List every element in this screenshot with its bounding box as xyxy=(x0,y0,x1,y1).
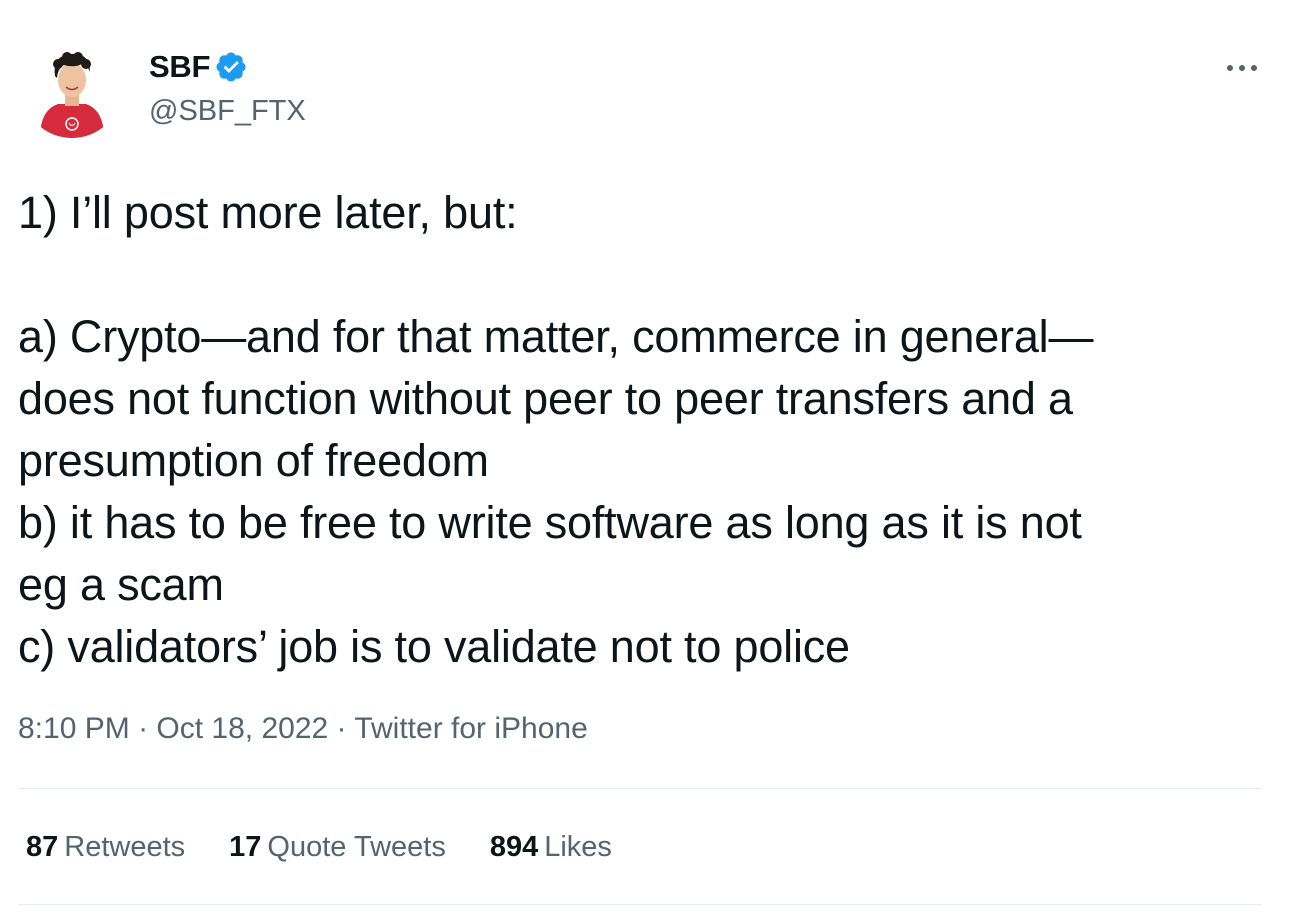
more-options-icon[interactable] xyxy=(1222,58,1262,78)
tweet-line: a) Crypto—and for that matter, commerce … xyxy=(18,311,1094,362)
quote-tweets-count: 17 xyxy=(229,831,262,863)
retweets-count: 87 xyxy=(26,831,59,863)
tweet-line: 1) I’ll post more later, but: xyxy=(18,187,518,238)
display-name[interactable]: SBF xyxy=(149,49,248,85)
profile-avatar[interactable] xyxy=(22,38,122,138)
tweet-text: 1) I’ll post more later, but: a) Crypto—… xyxy=(18,182,1268,678)
tweet-line: eg a scam xyxy=(18,559,224,610)
likes-label: Likes xyxy=(544,831,612,863)
meta-separator: · xyxy=(336,712,355,745)
tweet-date[interactable]: Oct 18, 2022 xyxy=(156,712,328,745)
tweet-line: presumption of freedom xyxy=(18,435,489,486)
retweets-stat[interactable]: 87 Retweets xyxy=(26,829,185,865)
verified-badge-icon xyxy=(214,50,248,84)
tweet-source[interactable]: Twitter for iPhone xyxy=(354,712,587,745)
divider xyxy=(18,904,1262,905)
tweet-line: c) validators’ job is to validate not to… xyxy=(18,621,850,672)
tweet-line: does not function without peer to peer t… xyxy=(18,373,1073,424)
tweet-time[interactable]: 8:10 PM xyxy=(18,712,130,745)
meta-separator: · xyxy=(138,712,157,745)
likes-stat[interactable]: 894 Likes xyxy=(490,829,612,865)
tweet-stats: 87 Retweets 17 Quote Tweets 894 Likes xyxy=(26,829,656,865)
tweet-card: SBF @SBF_FTX 1) I’ll post more later, bu… xyxy=(0,0,1290,924)
tweet-line: b) it has to be free to write software a… xyxy=(18,497,1082,548)
quote-tweets-label: Quote Tweets xyxy=(267,831,446,863)
tweet-meta: 8:10 PM · Oct 18, 2022 · Twitter for iPh… xyxy=(18,711,588,747)
user-handle[interactable]: @SBF_FTX xyxy=(149,94,306,128)
divider xyxy=(18,788,1262,789)
retweets-label: Retweets xyxy=(64,831,186,863)
avatar-image xyxy=(22,38,122,138)
display-name-text: SBF xyxy=(149,49,211,84)
likes-count: 894 xyxy=(489,831,539,863)
quote-tweets-stat[interactable]: 17 Quote Tweets xyxy=(229,829,446,865)
